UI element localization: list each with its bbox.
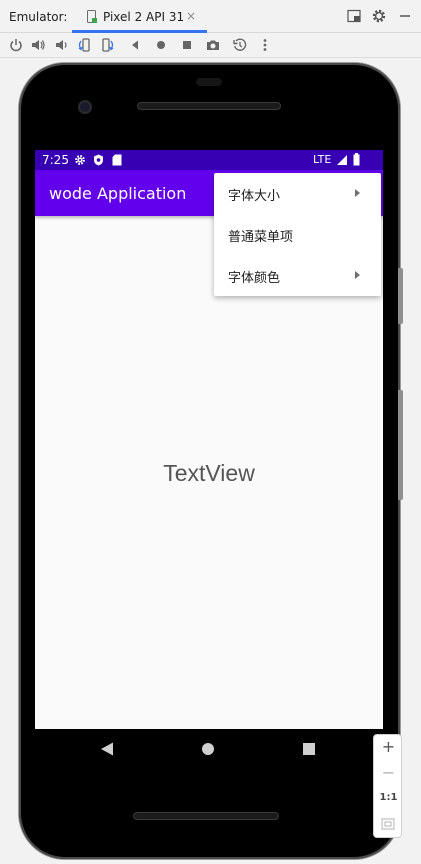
status-network-type: LTE xyxy=(313,153,332,166)
zoom-out-button[interactable]: − xyxy=(374,763,403,782)
options-menu: 字体大小 普通菜单项 字体颜色 xyxy=(214,173,381,296)
menu-item-normal[interactable]: 普通菜单项 xyxy=(214,214,381,254)
zoom-fit-icon[interactable] xyxy=(381,817,395,831)
device-volume-key[interactable] xyxy=(398,390,403,500)
menu-item-font-size[interactable]: 字体大小 xyxy=(214,173,381,213)
app-title: wode Application xyxy=(49,184,187,203)
zoom-reset-button[interactable]: 1:1 xyxy=(374,792,403,803)
overview-icon[interactable] xyxy=(179,37,195,53)
top-speaker-grille xyxy=(137,102,281,110)
status-time: 7:25 xyxy=(42,153,69,167)
bottom-speaker-grille xyxy=(133,812,279,820)
power-icon[interactable] xyxy=(8,37,24,53)
split-view-icon[interactable] xyxy=(346,8,362,24)
menu-item-label: 字体颜色 xyxy=(228,271,281,286)
volume-up-icon[interactable] xyxy=(30,37,46,53)
tab-close-icon[interactable]: × xyxy=(186,9,196,23)
signal-icon xyxy=(337,155,347,165)
nav-back-icon[interactable] xyxy=(100,742,114,756)
settings-gear-icon[interactable] xyxy=(371,8,387,24)
device-icon xyxy=(87,10,97,23)
back-icon[interactable] xyxy=(127,37,143,53)
status-bar: 7:25 LTE xyxy=(35,150,383,170)
navigation-bar xyxy=(35,729,383,769)
device-power-key[interactable] xyxy=(398,268,403,324)
menu-item-font-color[interactable]: 字体颜色 xyxy=(214,255,381,295)
submenu-arrow-icon xyxy=(355,271,360,279)
zoom-in-button[interactable]: + xyxy=(374,737,403,756)
home-icon[interactable] xyxy=(153,37,169,53)
submenu-arrow-icon xyxy=(355,189,360,197)
emulator-label: Emulator: xyxy=(9,10,68,24)
text-view: TextView xyxy=(163,460,255,486)
emulator-title-bar: Emulator: Pixel 2 API 31 × xyxy=(0,0,421,33)
shield-status-icon xyxy=(94,154,103,166)
more-icon[interactable] xyxy=(257,37,273,53)
emulator-toolbar xyxy=(0,33,421,58)
tab-label: Pixel 2 API 31 xyxy=(103,10,185,24)
rotate-right-icon[interactable] xyxy=(100,37,116,53)
sd-card-status-icon xyxy=(112,154,122,166)
zoom-controls: + − 1:1 xyxy=(373,734,402,838)
tab-pixel-2-api-31[interactable]: Pixel 2 API 31 × xyxy=(72,0,207,33)
menu-item-label: 字体大小 xyxy=(228,189,281,204)
front-camera xyxy=(78,100,92,114)
settings-status-icon xyxy=(75,155,85,165)
menu-item-label: 普通菜单项 xyxy=(228,230,294,245)
minimize-icon[interactable] xyxy=(397,8,413,24)
proximity-sensor xyxy=(196,78,222,86)
device-screen[interactable]: 7:25 LTE wode Application TextView 字体大小 xyxy=(35,150,383,729)
nav-overview-icon[interactable] xyxy=(302,742,316,756)
volume-down-icon[interactable] xyxy=(53,37,69,53)
nav-home-icon[interactable] xyxy=(201,742,215,756)
battery-icon xyxy=(353,153,360,166)
screenshot-icon[interactable] xyxy=(205,37,221,53)
snapshot-icon[interactable] xyxy=(232,37,248,53)
rotate-left-icon[interactable] xyxy=(76,37,92,53)
